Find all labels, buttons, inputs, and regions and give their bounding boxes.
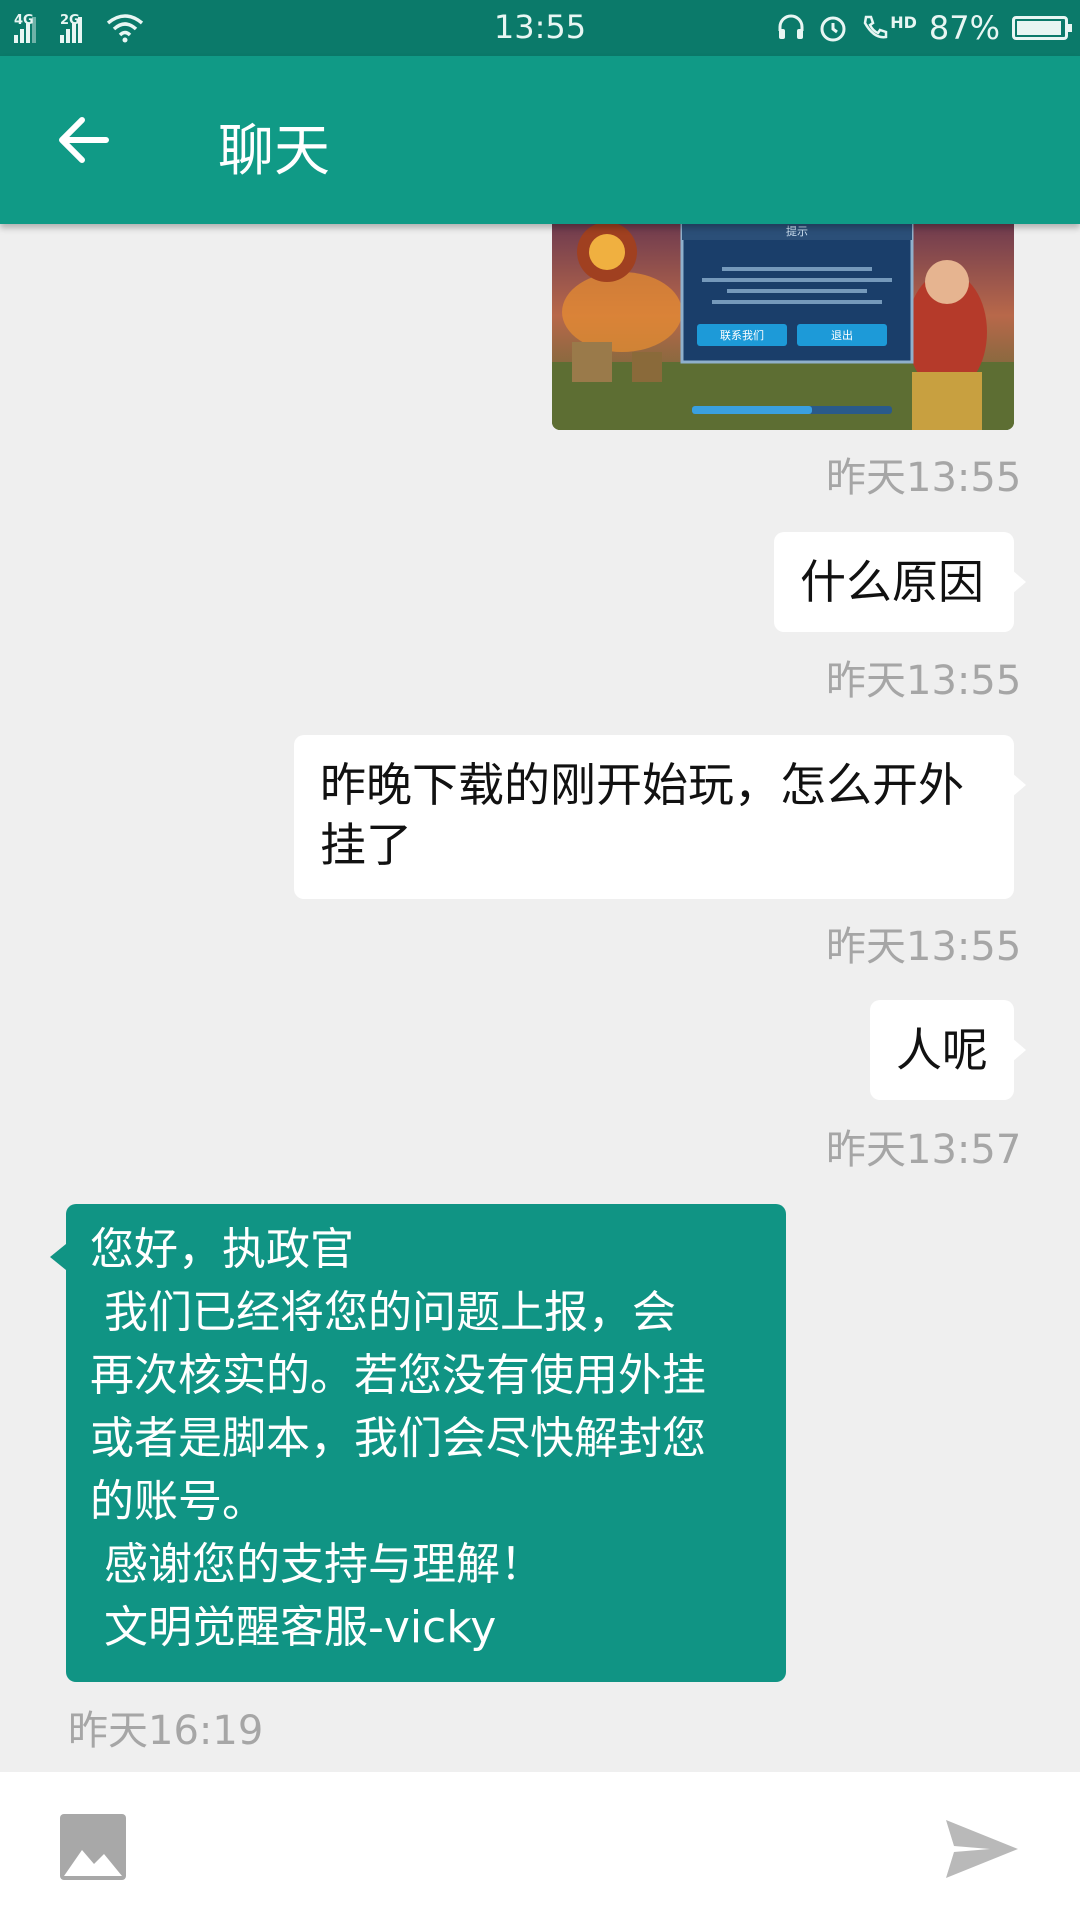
app-bar: 聊天 — [0, 56, 1080, 224]
message-text-line: 文明觉醒客服-vicky — [90, 1602, 497, 1653]
volte-call-icon: HD — [860, 13, 917, 43]
hd-label: HD — [890, 13, 917, 32]
message-timestamp: 昨天13:55 — [826, 924, 1022, 970]
message-text-line: 的账号。 — [90, 1476, 266, 1527]
message-text-line: 感谢您的支持与理解！ — [90, 1539, 544, 1590]
dialog-contact-button: 联系我们 — [720, 328, 764, 342]
arrow-left-icon[interactable] — [56, 112, 112, 168]
message-text-line: 昨晚下载的刚开始玩，怎么开外 — [320, 758, 964, 812]
message-text: 什么原因 — [800, 555, 984, 609]
battery-icon — [1012, 16, 1072, 40]
message-timestamp: 昨天13:55 — [826, 455, 1022, 501]
outgoing-message-bubble[interactable]: 人呢 — [870, 1000, 1026, 1100]
message-timestamp: 昨天13:55 — [826, 658, 1022, 704]
message-text-line: 挂了 — [320, 818, 412, 872]
dialog-title: 提示 — [786, 225, 808, 238]
message-text-line: 您好，执政官 — [90, 1224, 354, 1275]
battery-percent: 87% — [928, 9, 1000, 47]
outgoing-message-bubble[interactable]: 什么原因 — [774, 532, 1026, 632]
message-text-line: 我们已经将您的问题上报，会 — [90, 1287, 676, 1338]
message-text-line: 再次核实的。若您没有使用外挂 — [90, 1350, 706, 1401]
headset-icon — [778, 14, 804, 39]
message-timestamp: 昨天16:19 — [68, 1708, 264, 1754]
dialog-exit-button: 退出 — [831, 328, 853, 342]
message-image[interactable]: 提示 联系我们 退出 — [552, 222, 1014, 430]
outgoing-message-bubble[interactable]: 昨晚下载的刚开始玩，怎么开外 挂了 — [294, 735, 1026, 899]
send-icon[interactable] — [944, 1818, 1020, 1880]
page-title: 聊天 — [218, 119, 330, 184]
incoming-message-bubble[interactable]: 您好，执政官 我们已经将您的问题上报，会 再次核实的。若您没有使用外挂 或者是脚… — [50, 1204, 786, 1682]
message-text: 人呢 — [896, 1023, 988, 1077]
message-text-line: 或者是脚本，我们会尽快解封您 — [90, 1413, 706, 1464]
status-right: HD 87% — [776, 8, 1072, 48]
status-bar: 4G 2G 13:55 HD 87% — [0, 0, 1080, 56]
image-icon[interactable] — [60, 1814, 126, 1880]
input-bar — [0, 1772, 1080, 1920]
alarm-icon — [820, 16, 846, 42]
message-timestamp: 昨天13:57 — [826, 1127, 1022, 1173]
